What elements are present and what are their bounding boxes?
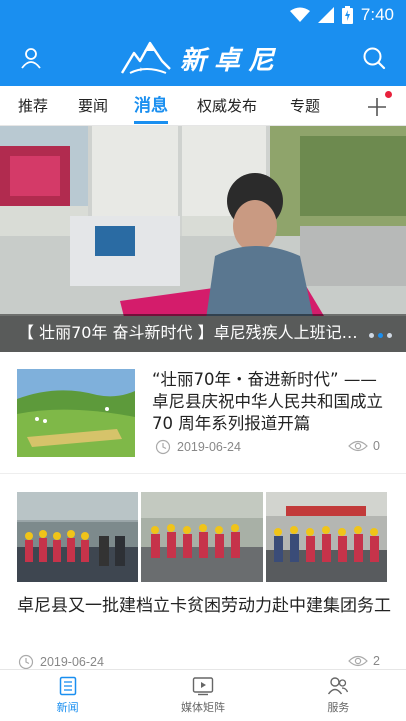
video-icon <box>192 677 214 696</box>
article-photo <box>17 492 139 582</box>
nav-service[interactable]: 服务 <box>271 670 406 721</box>
news-list-item[interactable]: “壮丽70年・奋进新时代” ——卓尼县庆祝中华人民共和国成立70 周年系列报道开… <box>0 352 406 474</box>
tab-topics[interactable]: 专题 <box>290 86 320 126</box>
channel-tabbar: 推荐 要闻 消息 权威发布 专题 <box>0 86 406 126</box>
status-time: 7:40 <box>360 5 394 24</box>
mountain-logo-icon: ✦ <box>120 41 171 74</box>
wifi-icon <box>289 7 310 22</box>
tab-official-release[interactable]: 权威发布 <box>197 86 257 126</box>
carousel-dot <box>387 333 392 338</box>
svg-text:✦: ✦ <box>138 66 144 74</box>
news-icon <box>59 676 76 696</box>
article-title: “壮丽70年・奋进新时代” ——卓尼县庆祝中华人民共和国成立70 周年系列报道开… <box>152 370 383 433</box>
signal-icon <box>317 7 334 23</box>
tab-headlines[interactable]: 要闻 <box>78 86 108 126</box>
banner-caption: 【 壮丽70年 奋斗新时代 】卓尼残疾人上班记：在家门口就业 <box>0 314 406 352</box>
article-photo <box>141 492 263 582</box>
active-tab-indicator <box>134 121 168 124</box>
plus-icon <box>368 98 386 116</box>
clock-icon <box>18 654 34 670</box>
battery-icon <box>341 6 353 24</box>
article-views: 2 <box>348 654 380 668</box>
search-icon <box>363 47 386 70</box>
article-views: 0 <box>348 439 380 453</box>
article-date: 2019-06-24 <box>18 654 104 670</box>
news-list-item[interactable]: 卓尼县又一批建档立卡贫困劳动力赴中建集团务工 2019-06-24 2 <box>0 474 406 674</box>
user-icon <box>21 48 41 69</box>
article-title: 卓尼县又一批建档立卡贫困劳动力赴中建集团务工 <box>17 596 391 616</box>
headline-banner[interactable]: 【 壮丽70年 奋斗新时代 】卓尼残疾人上班记：在家门口就业 <box>0 126 406 352</box>
status-bar: 7:40 <box>0 0 406 30</box>
clock-icon <box>155 439 171 455</box>
app-title: 新卓尼 <box>180 45 283 76</box>
search-button[interactable] <box>358 42 390 74</box>
tab-news[interactable]: 消息 <box>134 86 168 126</box>
nav-news[interactable]: 新闻 <box>0 670 135 721</box>
carousel-dot <box>369 333 374 338</box>
eye-icon <box>348 655 368 667</box>
bottom-navigation: 新闻 媒体矩阵 服务 <box>0 669 406 721</box>
app-logo: ✦ 新卓尼 <box>120 36 282 80</box>
article-photo-strip <box>17 492 387 582</box>
app-header: ✦ 新卓尼 <box>0 30 406 86</box>
article-date: 2019-06-24 <box>155 439 241 455</box>
nav-media-matrix[interactable]: 媒体矩阵 <box>135 670 270 721</box>
service-icon <box>328 677 349 695</box>
carousel-dot-active <box>378 333 383 338</box>
tab-recommend[interactable]: 推荐 <box>18 86 48 126</box>
article-thumbnail <box>17 369 135 457</box>
profile-button[interactable] <box>15 42 47 74</box>
article-photo <box>265 492 387 582</box>
new-channel-badge <box>385 91 392 98</box>
carousel-indicator <box>369 333 392 338</box>
add-channel-button[interactable] <box>364 91 392 120</box>
eye-icon <box>348 440 368 452</box>
